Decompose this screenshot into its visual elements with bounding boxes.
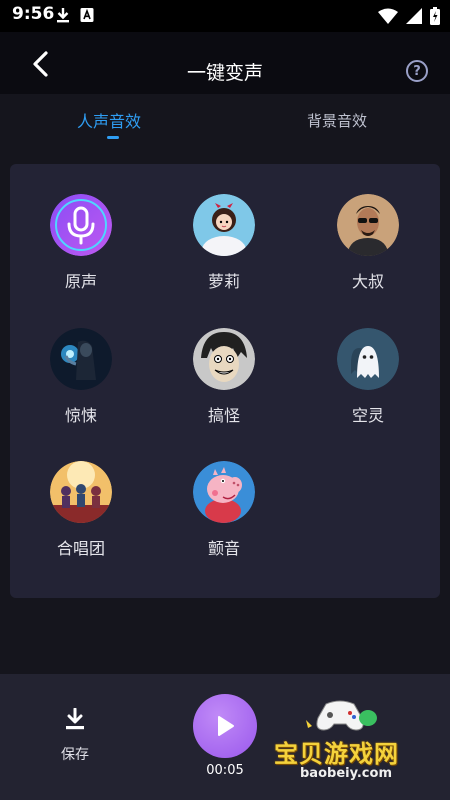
watermark-text: 宝贝游戏网	[274, 740, 399, 768]
page-title: 一键变声	[186, 62, 263, 84]
play-icon	[218, 716, 234, 736]
effect-label: 空灵	[351, 406, 384, 425]
effect-loli[interactable]: 萝莉	[169, 194, 279, 304]
watermark: 宝贝游戏网 baobeiy.com	[272, 700, 422, 800]
effect-ethereal[interactable]: 空灵	[313, 328, 423, 438]
effect-original[interactable]: 原声	[26, 194, 136, 304]
effect-vibrato[interactable]: 颤音	[169, 461, 279, 571]
status-bar: 9:56	[0, 0, 450, 32]
effect-label: 惊悚	[64, 406, 97, 425]
help-button[interactable]: ?	[406, 60, 428, 82]
uncle-avatar	[337, 194, 399, 256]
tab-background-effects[interactable]: 背景音效	[307, 110, 367, 131]
effect-label: 颤音	[207, 539, 240, 558]
save-button[interactable]: 保存	[50, 708, 100, 768]
watermark-domain: baobeiy.com	[300, 766, 392, 781]
wifi-icon	[378, 8, 398, 24]
effect-label: 萝莉	[207, 272, 240, 291]
status-time: 9:56	[12, 4, 55, 24]
main-content: 人声音效 背景音效 原声 萝莉 大叔 惊悚 搞怪 空灵 合唱团 颤音	[0, 94, 450, 674]
effects-panel: 原声 萝莉 大叔 惊悚 搞怪 空灵 合唱团 颤音	[10, 164, 440, 598]
effect-funny[interactable]: 搞怪	[169, 328, 279, 438]
app-header: 一键变声 ?	[0, 32, 450, 94]
a-badge-icon	[80, 8, 94, 22]
peppa-avatar	[193, 461, 255, 523]
download-icon	[66, 708, 84, 730]
save-label: 保存	[61, 747, 89, 763]
ghost-avatar	[337, 328, 399, 390]
loli-avatar	[193, 194, 255, 256]
tab-voice-effects[interactable]: 人声音效	[77, 108, 141, 132]
effect-label: 合唱团	[56, 539, 105, 558]
funny-avatar	[193, 328, 255, 390]
thriller-avatar	[50, 328, 112, 390]
microphone-icon	[50, 194, 112, 256]
effect-chorus[interactable]: 合唱团	[26, 461, 136, 571]
effect-label: 搞怪	[207, 406, 240, 425]
active-tab-indicator	[107, 136, 119, 139]
play-button[interactable]	[193, 694, 257, 758]
effect-uncle[interactable]: 大叔	[313, 194, 423, 304]
effect-thriller[interactable]: 惊悚	[26, 328, 136, 438]
help-icon: ?	[413, 63, 421, 79]
tab-bar: 人声音效 背景音效	[0, 94, 450, 154]
effect-label: 大叔	[351, 272, 384, 291]
signal-icon	[406, 8, 422, 24]
download-icon	[57, 8, 69, 23]
effect-label: 原声	[64, 272, 97, 291]
chorus-avatar	[50, 461, 112, 523]
battery-icon	[430, 7, 440, 25]
